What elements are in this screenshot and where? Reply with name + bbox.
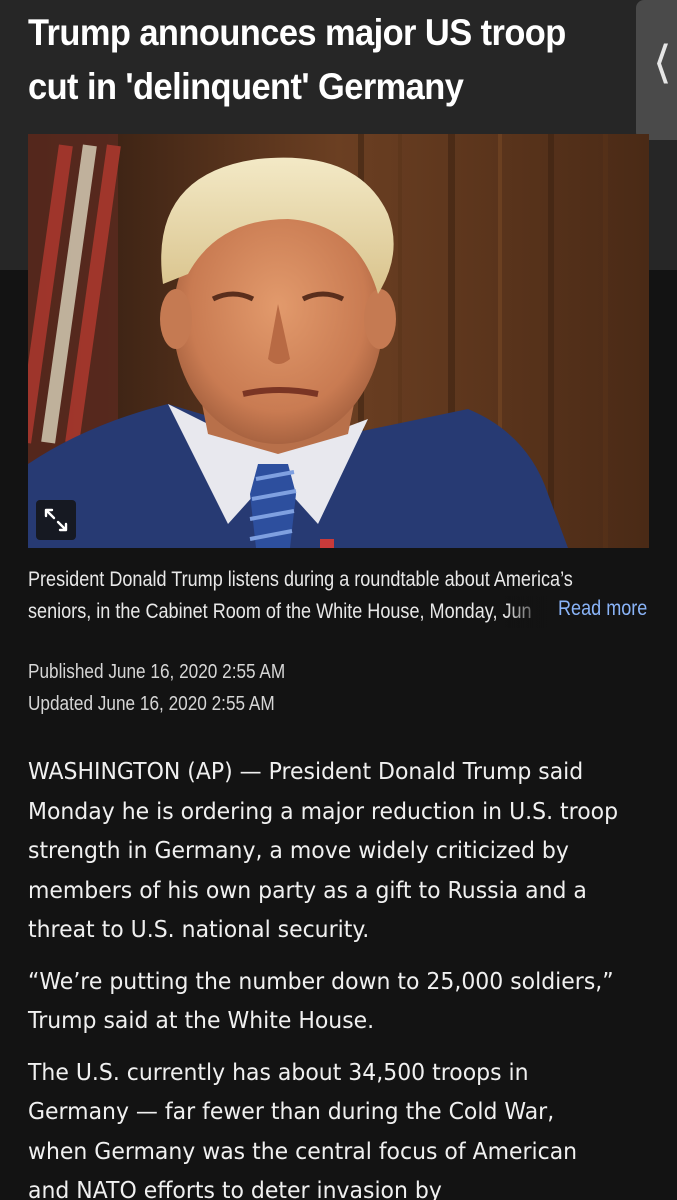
expand-icon [44,508,68,532]
expand-photo-button[interactable] [36,500,76,540]
body-paragraph: WASHINGTON (AP) — President Donald Trump… [28,759,619,943]
caption-line-2: seniors, in the Cabinet Room of the Whit… [28,596,578,628]
article-meta: Published June 16, 2020 2:55 AM Updated … [28,656,285,720]
photo-caption: President Donald Trump listens during a … [28,564,578,628]
caption-fade [505,596,566,628]
read-more-link[interactable]: Read more [558,597,647,621]
updated-date: Updated June 16, 2020 2:55 AM [28,693,275,715]
article-body: WASHINGTON (AP) — President Donald Trump… [28,753,620,1200]
body-paragraph: “We’re putting the number down to 25,000… [28,968,614,1035]
article-photo[interactable] [28,134,649,548]
caption-line-2-text: seniors, in the Cabinet Room of the Whit… [28,600,532,623]
article-headline: Trump announces major US troop cut in 'd… [28,12,566,107]
chevron-left-icon: ❬ [651,38,675,84]
back-tab[interactable]: ❬ [636,0,677,140]
published-date: Published June 16, 2020 2:55 AM [28,661,286,683]
body-paragraph: The U.S. currently has about 34,500 troo… [28,1059,578,1200]
caption-line-1: President Donald Trump listens during a … [28,568,573,591]
